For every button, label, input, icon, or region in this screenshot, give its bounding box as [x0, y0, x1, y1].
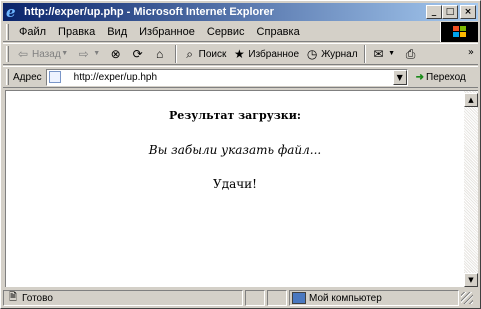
window-title: http://exper/up.php - Microsoft Internet… [24, 6, 274, 18]
refresh-icon: ⟳ [132, 47, 143, 61]
zone-label: Мой компьютер [309, 292, 382, 304]
page-icon [48, 71, 61, 83]
window-controls: _ □ × [426, 5, 476, 19]
status-cell [267, 290, 287, 306]
computer-icon [292, 292, 306, 304]
mail-icon: ✉ [373, 47, 384, 61]
close-button[interactable]: × [460, 5, 476, 19]
toolbar-separator [174, 45, 177, 63]
scroll-down-icon: ▼ [468, 276, 474, 284]
status-main: 🗎 Готово [3, 290, 243, 306]
address-input[interactable]: http://exper/up.hph ▼ [45, 68, 408, 86]
forward-button[interactable]: ⇨ ▼ [74, 44, 106, 64]
back-label: Назад [32, 48, 61, 60]
journal-label: Журнал [321, 48, 358, 60]
title-bar: e http://exper/up.php - Microsoft Intern… [3, 3, 478, 21]
menu-tools[interactable]: Сервис [201, 26, 251, 38]
minimize-button[interactable]: _ [426, 5, 442, 19]
windows-logo [440, 22, 478, 42]
scroll-down-button[interactable]: ▼ [464, 273, 478, 287]
forward-arrow-icon: ⇨ [78, 47, 89, 61]
home-icon: ⌂ [156, 47, 164, 61]
luck-message: Удачи! [213, 177, 257, 191]
menu-file[interactable]: Файл [13, 26, 52, 38]
refresh-button[interactable]: ⟳ [128, 44, 150, 64]
chevron-down-icon: ▼ [388, 50, 396, 57]
standard-toolbar: ⇦ Назад ▼ ⇨ ▼ ⊗ ⟳ ⌂ ⌕ Поиск ★ Избранное … [3, 43, 478, 65]
scroll-up-button[interactable]: ▲ [464, 93, 478, 107]
chevron-down-icon: ▼ [396, 72, 403, 82]
favorites-button[interactable]: ★ Избранное [229, 44, 302, 64]
search-icon: ⌕ [186, 47, 194, 61]
address-dropdown-button[interactable]: ▼ [392, 69, 407, 85]
search-label: Поиск [198, 48, 227, 60]
back-button[interactable]: ⇦ Назад ▼ [13, 44, 74, 64]
stop-button[interactable]: ⊗ [106, 44, 128, 64]
journal-button[interactable]: ◷ Журнал [302, 44, 361, 64]
chevron-down-icon: ▼ [61, 50, 69, 57]
go-label: Переход [426, 71, 466, 83]
back-arrow-icon: ⇦ [17, 47, 29, 61]
go-button[interactable]: ➜ Переход [416, 72, 466, 83]
menu-bar: Файл Правка Вид Избранное Сервис Справка [3, 22, 478, 42]
status-cell [245, 290, 265, 306]
history-icon: ◷ [306, 47, 318, 61]
menu-view[interactable]: Вид [101, 26, 133, 38]
menu-grip[interactable] [6, 23, 9, 40]
favorites-label: Избранное [248, 48, 300, 60]
toolbar-grip[interactable] [6, 46, 9, 62]
page-heading: Результат загрузки: [169, 109, 301, 122]
windows-flag-icon [453, 26, 466, 38]
status-page-icon: 🗎 [8, 292, 18, 303]
address-label: Адрес [13, 71, 42, 83]
error-message: Вы забыли указать файл... [148, 143, 322, 157]
chevron-down-icon: ▼ [93, 50, 101, 57]
ie-logo-icon: e [6, 3, 16, 21]
home-button[interactable]: ⌂ [150, 44, 172, 64]
status-zone: Мой компьютер [289, 290, 459, 306]
status-bar: 🗎 Готово Мой компьютер [3, 289, 478, 307]
mail-button[interactable]: ✉ ▼ [369, 44, 401, 64]
menu-help[interactable]: Справка [251, 26, 306, 38]
print-button[interactable]: ⎙ [401, 44, 423, 64]
toolbar-more-button[interactable]: » [468, 47, 474, 58]
resize-grip[interactable] [461, 292, 473, 304]
page-content: Результат загрузки: Вы забыли указать фа… [5, 90, 464, 287]
search-button[interactable]: ⌕ Поиск [180, 44, 230, 64]
print-icon: ⎙ [405, 47, 416, 61]
toolbar-separator [363, 45, 366, 63]
menu-favorites[interactable]: Избранное [133, 26, 201, 38]
ie-window: e http://exper/up.php - Microsoft Intern… [0, 0, 481, 309]
favorites-icon: ★ [233, 47, 245, 61]
scroll-up-icon: ▲ [468, 96, 474, 104]
address-value[interactable]: http://exper/up.hph [64, 72, 157, 83]
maximize-button[interactable]: □ [442, 5, 458, 19]
menu-edit[interactable]: Правка [52, 26, 101, 38]
vertical-scrollbar[interactable]: ▲ ▼ [464, 90, 478, 287]
address-grip[interactable] [6, 69, 9, 85]
stop-icon: ⊗ [110, 47, 121, 61]
address-bar: Адрес http://exper/up.hph ▼ ➜ Переход [3, 66, 478, 88]
status-text: Готово [22, 292, 53, 304]
go-arrow-icon: ➜ [415, 71, 425, 83]
